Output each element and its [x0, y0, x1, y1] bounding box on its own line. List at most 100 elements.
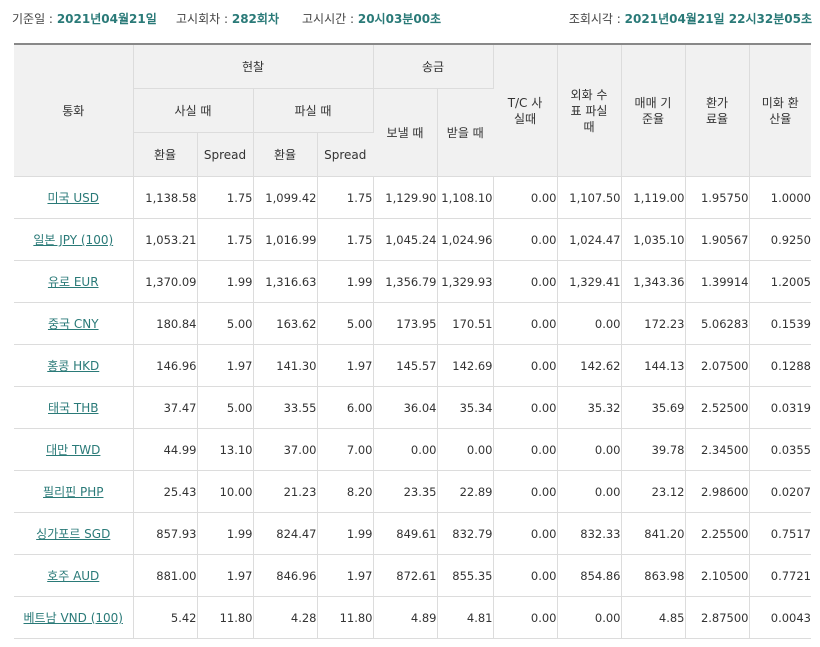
base-cell: 1,119.00 [621, 176, 686, 219]
cash-buy-spread-cell: 1.75 [197, 218, 254, 261]
col-remit-send: 보낼 때 [373, 88, 438, 177]
currency-link[interactable]: 필리핀 PHP [43, 485, 103, 499]
tc-cell: 0.00 [493, 470, 558, 513]
base-cell: 39.78 [621, 428, 686, 471]
col-usd-rate: 미화 환산율 [749, 44, 811, 177]
notice-round: 고시회차 : 282회차 [176, 10, 279, 27]
cash-buy-cell: 5.42 [133, 596, 198, 639]
table-row: 유로 EUR 1,370.09 1.99 1,316.63 1.99 1,356.79 1,… [14, 260, 811, 303]
receive-cell: 0.00 [437, 428, 494, 471]
send-cell: 4.89 [373, 596, 438, 639]
conv-cell: 1.39914 [685, 260, 750, 303]
cash-buy-spread-cell: 1.97 [197, 554, 254, 597]
cash-buy-spread-cell: 1.97 [197, 344, 254, 387]
send-cell: 36.04 [373, 386, 438, 429]
conv-cell: 5.06283 [685, 302, 750, 345]
cash-buy-spread-cell: 1.99 [197, 260, 254, 303]
receive-cell: 35.34 [437, 386, 494, 429]
check-cell: 1,329.41 [557, 260, 622, 303]
cash-sell-cell: 1,016.99 [253, 218, 318, 261]
currency-link[interactable]: 미국 USD [47, 191, 99, 205]
tc-cell: 0.00 [493, 344, 558, 387]
cash-buy-spread-cell: 5.00 [197, 302, 254, 345]
conv-cell: 2.98600 [685, 470, 750, 513]
receive-cell: 855.35 [437, 554, 494, 597]
tc-cell: 0.00 [493, 386, 558, 429]
conv-cell: 2.34500 [685, 428, 750, 471]
tc-cell: 0.00 [493, 512, 558, 555]
currency-link[interactable]: 유로 EUR [48, 275, 99, 289]
currency-link[interactable]: 일본 JPY (100) [33, 233, 113, 247]
tc-cell: 0.00 [493, 428, 558, 471]
usd-cell: 1.0000 [749, 176, 811, 219]
check-cell: 0.00 [557, 596, 622, 639]
receive-cell: 22.89 [437, 470, 494, 513]
conv-cell: 2.52500 [685, 386, 750, 429]
usd-cell: 0.0207 [749, 470, 811, 513]
cash-buy-spread-cell: 1.75 [197, 176, 254, 219]
currency-link[interactable]: 호주 AUD [47, 569, 99, 583]
receive-cell: 4.81 [437, 596, 494, 639]
currency-link[interactable]: 홍콩 HKD [47, 359, 99, 373]
notice-time-value: 20시03분00초 [357, 12, 442, 26]
col-currency: 통화 [14, 44, 134, 177]
col-foreign-check-sell-label: 외화 수표 파실때 [570, 87, 608, 134]
cash-sell-spread-cell: 1.75 [317, 176, 374, 219]
table-row: 호주 AUD 881.00 1.97 846.96 1.97 872.61 855.35 0.… [14, 554, 811, 597]
conv-cell: 1.95750 [685, 176, 750, 219]
cash-sell-cell: 1,316.63 [253, 260, 318, 303]
table-row: 미국 USD 1,138.58 1.75 1,099.42 1.75 1,129.90 1,… [14, 176, 811, 219]
base-cell: 172.23 [621, 302, 686, 345]
cash-buy-cell: 1,138.58 [133, 176, 198, 219]
col-cash-sell-rate: 환율 [253, 132, 318, 177]
cash-buy-cell: 25.43 [133, 470, 198, 513]
send-cell: 1,356.79 [373, 260, 438, 303]
rate-table-body: 미국 USD 1,138.58 1.75 1,099.42 1.75 1,129.90 1,… [14, 176, 811, 639]
send-cell: 173.95 [373, 302, 438, 345]
exchange-rate-table: 통화 현찰 송금 T/C 사실때 외화 수표 파실때 매매 기준율 환가 료율 … [14, 43, 811, 639]
cash-sell-spread-cell: 1.97 [317, 344, 374, 387]
cash-buy-spread-cell: 5.00 [197, 386, 254, 429]
base-cell: 1,035.10 [621, 218, 686, 261]
col-cash-buy-rate: 환율 [133, 132, 198, 177]
base-cell: 1,343.36 [621, 260, 686, 303]
check-cell: 854.86 [557, 554, 622, 597]
tc-cell: 0.00 [493, 554, 558, 597]
currency-cell: 일본 JPY (100) [14, 218, 134, 261]
send-cell: 849.61 [373, 512, 438, 555]
cash-sell-spread-cell: 5.00 [317, 302, 374, 345]
col-conversion-rate: 환가 료율 [685, 44, 750, 177]
currency-link[interactable]: 베트남 VND (100) [24, 611, 123, 625]
col-tc-buy: T/C 사실때 [493, 44, 558, 177]
currency-cell: 베트남 VND (100) [14, 596, 134, 639]
col-cash-buy-spread: Spread [197, 132, 254, 177]
conv-cell: 2.87500 [685, 596, 750, 639]
table-row: 태국 THB 37.47 5.00 33.55 6.00 36.04 35.34 0.00 35… [14, 386, 811, 429]
notice-time-label: 고시시간 : [302, 12, 355, 26]
cash-buy-cell: 180.84 [133, 302, 198, 345]
base-cell: 4.85 [621, 596, 686, 639]
cash-sell-cell: 141.30 [253, 344, 318, 387]
currency-cell: 미국 USD [14, 176, 134, 219]
currency-link[interactable]: 중국 CNY [48, 317, 99, 331]
cash-buy-cell: 146.96 [133, 344, 198, 387]
usd-cell: 0.7721 [749, 554, 811, 597]
usd-cell: 0.1539 [749, 302, 811, 345]
receive-cell: 832.79 [437, 512, 494, 555]
currency-link[interactable]: 싱가포르 SGD [36, 527, 110, 541]
cash-buy-spread-cell: 10.00 [197, 470, 254, 513]
query-info-bar: 기준일 : 2021년04월21일 고시회차 : 282회차 고시시간 : 20… [0, 0, 820, 36]
currency-link[interactable]: 대만 TWD [46, 443, 100, 457]
cash-sell-spread-cell: 11.80 [317, 596, 374, 639]
tc-cell: 0.00 [493, 260, 558, 303]
cash-buy-cell: 44.99 [133, 428, 198, 471]
currency-cell: 태국 THB [14, 386, 134, 429]
check-cell: 0.00 [557, 428, 622, 471]
cash-sell-cell: 37.00 [253, 428, 318, 471]
notice-round-value: 282회차 [231, 12, 279, 26]
currency-link[interactable]: 태국 THB [48, 401, 98, 415]
cash-sell-spread-cell: 1.97 [317, 554, 374, 597]
col-cash-buy: 사실 때 [133, 88, 254, 133]
cash-sell-spread-cell: 1.99 [317, 512, 374, 555]
col-tc-buy-label: T/C 사실때 [507, 95, 543, 126]
